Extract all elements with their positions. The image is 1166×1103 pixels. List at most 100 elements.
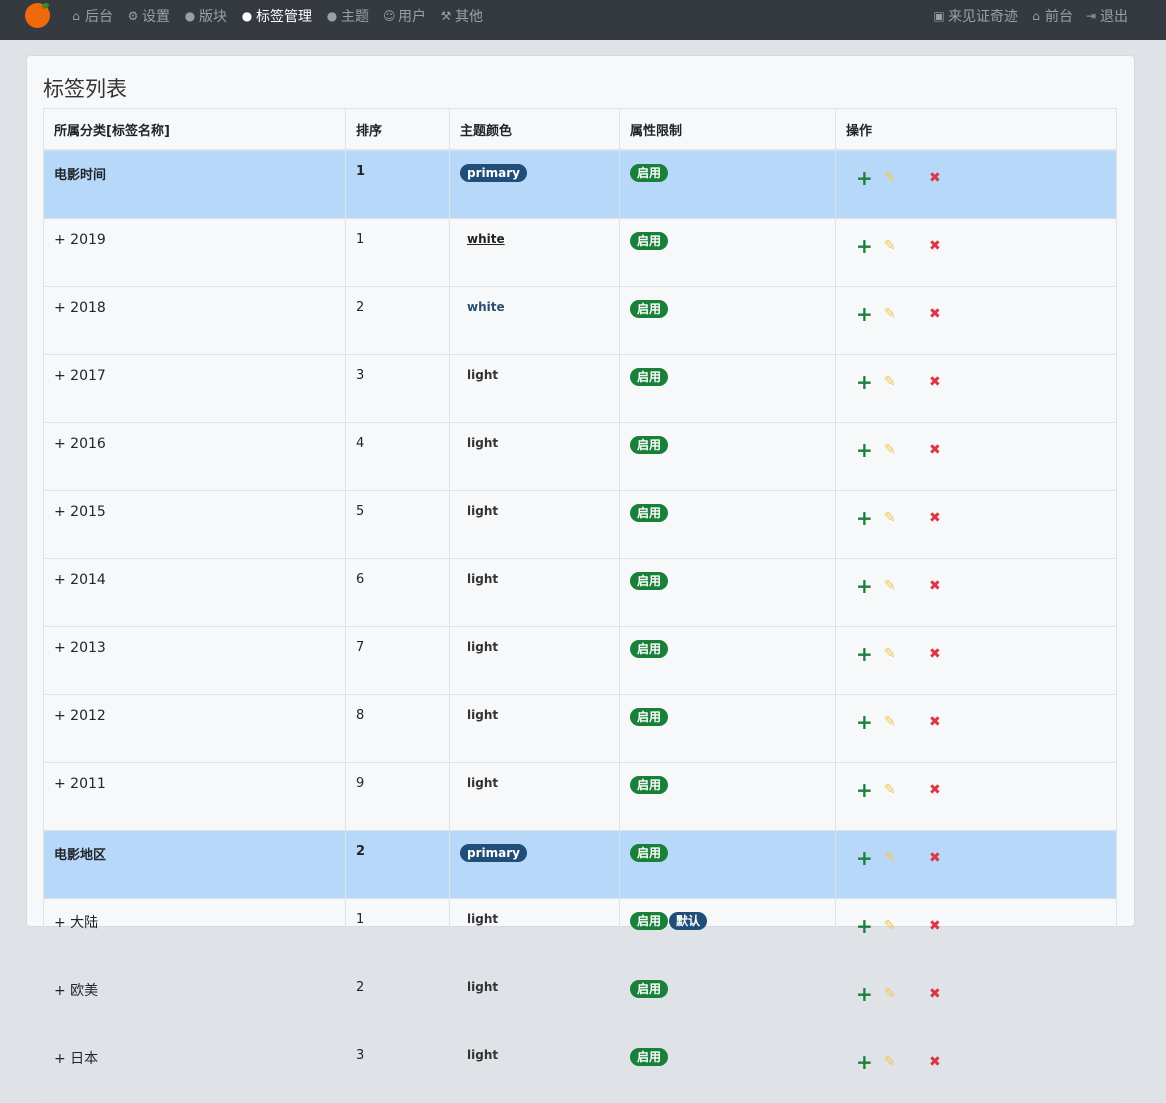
nav-item-4[interactable]: ● 主题 (326, 6, 369, 26)
add-icon[interactable]: + (846, 508, 884, 528)
enabled-badge: 启用 (630, 572, 669, 590)
nav-item-label: 主题 (341, 9, 369, 25)
delete-icon[interactable]: ✖ (929, 170, 967, 186)
nav-item-0[interactable]: ▣ 来见证奇迹 (933, 6, 1018, 26)
actions-group: + ✎ ✖ (846, 640, 1106, 664)
delete-icon[interactable]: ✖ (929, 442, 967, 458)
add-icon[interactable]: + (846, 168, 884, 188)
enabled-badge: 启用 (630, 776, 669, 794)
delete-icon[interactable]: ✖ (929, 918, 967, 934)
tag-row: + 2014 6 light 启用 + ✎ ✖ (43, 558, 1117, 627)
tag-color-cell: light (449, 490, 620, 559)
enabled-badge: 启用 (630, 844, 669, 862)
tag-color-cell: light (449, 762, 620, 831)
tag-limits-cell: 启用 (619, 626, 836, 695)
delete-icon[interactable]: ✖ (929, 986, 967, 1002)
delete-icon[interactable]: ✖ (929, 646, 967, 662)
pencil-icon[interactable]: ✎ (884, 714, 929, 730)
add-icon[interactable]: + (846, 780, 884, 800)
actions-cell: + ✎ ✖ (835, 286, 1117, 355)
nav-item-5[interactable]: ☺ 用户 (383, 6, 426, 26)
avatar-icon: ▣ (933, 9, 945, 23)
delete-icon[interactable]: ✖ (929, 374, 967, 390)
pencil-icon[interactable]: ✎ (884, 442, 929, 458)
nav-left-menu: ⌂ 后台 ⚙ 设置 ● 版块 ● 标签管理 ● 主题 ☺ 用户 ⚒ 其他 (70, 6, 497, 26)
delete-icon[interactable]: ✖ (929, 714, 967, 730)
nav-item-label: 后台 (85, 9, 113, 25)
tag-color-cell: light (449, 694, 620, 763)
nav-item-2[interactable]: ⇥ 退出 (1085, 6, 1128, 26)
comment-icon: ● (326, 9, 338, 23)
color-text: light (467, 912, 499, 926)
tag-row: + 日本 3 light 启用 + ✎ ✖ (43, 1034, 1117, 1103)
add-icon[interactable]: + (846, 576, 884, 596)
nav-item-0[interactable]: ⌂ 后台 (70, 6, 113, 26)
enabled-badge: 启用 (630, 164, 669, 182)
add-icon[interactable]: + (846, 372, 884, 392)
pencil-icon[interactable]: ✎ (884, 850, 929, 866)
add-icon[interactable]: + (846, 304, 884, 324)
delete-icon[interactable]: ✖ (929, 238, 967, 254)
delete-icon[interactable]: ✖ (929, 782, 967, 798)
pencil-icon[interactable]: ✎ (884, 1054, 929, 1070)
pencil-icon[interactable]: ✎ (884, 918, 929, 934)
add-icon[interactable]: + (846, 644, 884, 664)
user-icon: ☺ (383, 9, 396, 23)
actions-cell: + ✎ ✖ (835, 490, 1117, 559)
tag-limits-cell: 启用 (619, 830, 836, 899)
add-icon[interactable]: + (846, 1052, 884, 1072)
delete-icon[interactable]: ✖ (929, 1054, 967, 1070)
add-icon[interactable]: + (846, 236, 884, 256)
home-icon: ⌂ (72, 9, 80, 23)
header-category: 所属分类[标签名称] (43, 108, 346, 151)
add-icon[interactable]: + (846, 848, 884, 868)
actions-group: + ✎ ✖ (846, 844, 1106, 868)
nav-item-6[interactable]: ⚒ 其他 (440, 6, 483, 26)
default-badge: 默认 (669, 912, 708, 930)
tag-name: 电影时间 (43, 149, 346, 219)
tag-order: 1 (345, 898, 450, 967)
header-limits: 属性限制 (619, 108, 836, 151)
home-icon: ⌂ (1032, 9, 1040, 23)
nav-item-2[interactable]: ● 版块 (184, 6, 227, 26)
tag-limits-cell: 启用 (619, 149, 836, 219)
tag-color-cell: light (449, 898, 620, 967)
color-text[interactable]: white (460, 232, 505, 246)
pencil-icon[interactable]: ✎ (884, 782, 929, 798)
pencil-icon[interactable]: ✎ (884, 238, 929, 254)
enabled-badge: 启用 (630, 912, 669, 930)
delete-icon[interactable]: ✖ (929, 510, 967, 526)
actions-cell: + ✎ ✖ (835, 762, 1117, 831)
logout-icon: ⇥ (1085, 9, 1097, 23)
pencil-icon[interactable]: ✎ (884, 510, 929, 526)
add-icon[interactable]: + (846, 440, 884, 460)
add-icon[interactable]: + (846, 984, 884, 1004)
tag-order: 2 (345, 830, 450, 899)
delete-icon[interactable]: ✖ (929, 306, 967, 322)
tag-row: + 2011 9 light 启用 + ✎ ✖ (43, 762, 1117, 831)
pencil-icon[interactable]: ✎ (884, 306, 929, 322)
delete-icon[interactable]: ✖ (929, 578, 967, 594)
pencil-icon[interactable]: ✎ (884, 374, 929, 390)
pencil-icon[interactable]: ✎ (884, 578, 929, 594)
nav-item-1[interactable]: ⚙ 设置 (127, 6, 170, 26)
pencil-icon[interactable]: ✎ (884, 646, 929, 662)
actions-group: + ✎ ✖ (846, 368, 1106, 392)
actions-cell: + ✎ ✖ (835, 898, 1117, 967)
pencil-icon[interactable]: ✎ (884, 986, 929, 1002)
tag-order: 8 (345, 694, 450, 763)
add-icon[interactable]: + (846, 916, 884, 936)
header-color: 主题颜色 (449, 108, 620, 151)
nav-item-label: 设置 (142, 9, 170, 25)
add-icon[interactable]: + (846, 712, 884, 732)
delete-icon[interactable]: ✖ (929, 850, 967, 866)
actions-group: + ✎ ✖ (846, 232, 1106, 256)
tag-order: 1 (345, 149, 450, 219)
actions-group: + ✎ ✖ (846, 1048, 1106, 1072)
color-text: light (467, 640, 499, 654)
pencil-icon[interactable]: ✎ (884, 170, 929, 186)
orange-logo[interactable] (25, 3, 50, 28)
nav-item-1[interactable]: ⌂ 前台 (1030, 6, 1073, 26)
nav-item-3[interactable]: ● 标签管理 (241, 6, 312, 26)
actions-cell: + ✎ ✖ (835, 149, 1117, 219)
